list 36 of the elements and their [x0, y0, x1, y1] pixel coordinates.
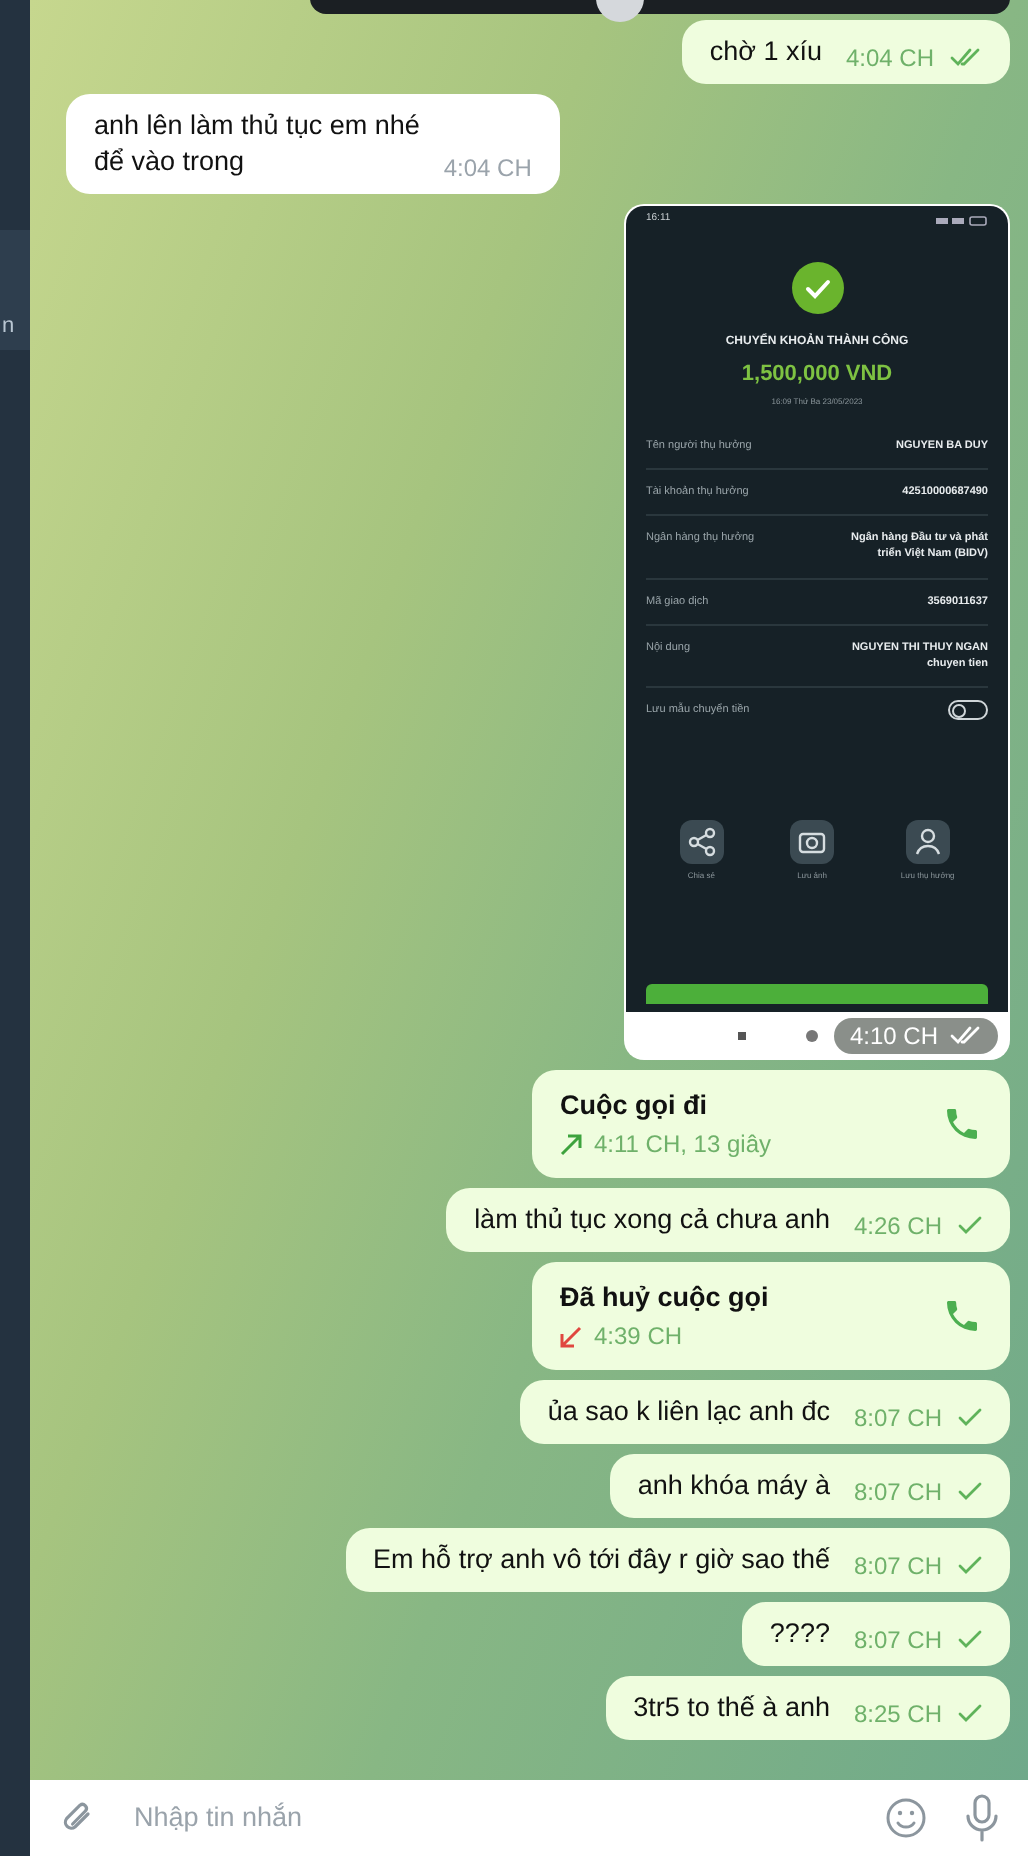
share-icon[interactable] — [679, 820, 724, 865]
message-text: để vào trong — [94, 144, 247, 180]
message-time: 8:07 CH — [853, 1476, 942, 1508]
message-time: 4:04 CH — [845, 42, 934, 74]
camera-icon[interactable] — [790, 820, 835, 865]
call-title: Cuộc gọi đi — [560, 1088, 709, 1122]
call-title: Đã huỷ cuộc gọi — [560, 1280, 769, 1314]
message-text: chờ 1 xíu — [709, 34, 822, 70]
message-text: Em hỗ trợ anh vô tới đây r giờ sao thế — [373, 1542, 830, 1578]
phone-icon[interactable] — [942, 1104, 982, 1144]
call-detail: 4:39 CH — [594, 1322, 683, 1352]
message-time: 8:25 CH — [853, 1698, 942, 1730]
message-text: anh khóa máy à — [637, 1468, 830, 1504]
message-text: làm thủ tục xong cả chưa anh — [474, 1202, 830, 1238]
message-time: 8:07 CH — [853, 1550, 942, 1582]
call-detail: 4:11 CH, 13 giây — [594, 1130, 771, 1160]
signal-battery-icon — [936, 215, 988, 225]
message-text: 3tr5 to thế à anh — [633, 1690, 830, 1726]
amount: 1,500,000 VND — [739, 360, 895, 390]
message-text: ủa sao k liên lạc anh đc — [547, 1394, 830, 1430]
person-icon[interactable] — [905, 820, 950, 865]
message-time: 8:07 CH — [853, 1402, 942, 1434]
message-time: 4:26 CH — [853, 1210, 942, 1242]
message-time: 8:07 CH — [853, 1624, 942, 1656]
message-text: anh lên làm thủ tục em nhé — [94, 108, 420, 144]
message-time: 4:04 CH — [443, 152, 532, 184]
message-input[interactable]: Nhập tin nhắn — [134, 1797, 848, 1839]
emoji-icon[interactable] — [884, 1796, 928, 1840]
sidebar-text: n — [0, 316, 15, 338]
nav-square-icon — [737, 1032, 745, 1040]
phone-icon[interactable] — [942, 1296, 982, 1336]
message-text: ???? — [769, 1616, 830, 1652]
save-template-toggle[interactable] — [948, 700, 988, 721]
message-time: 4:10 CH — [849, 1020, 938, 1054]
success-check-icon — [791, 262, 843, 314]
microphone-icon[interactable] — [964, 1794, 1000, 1842]
